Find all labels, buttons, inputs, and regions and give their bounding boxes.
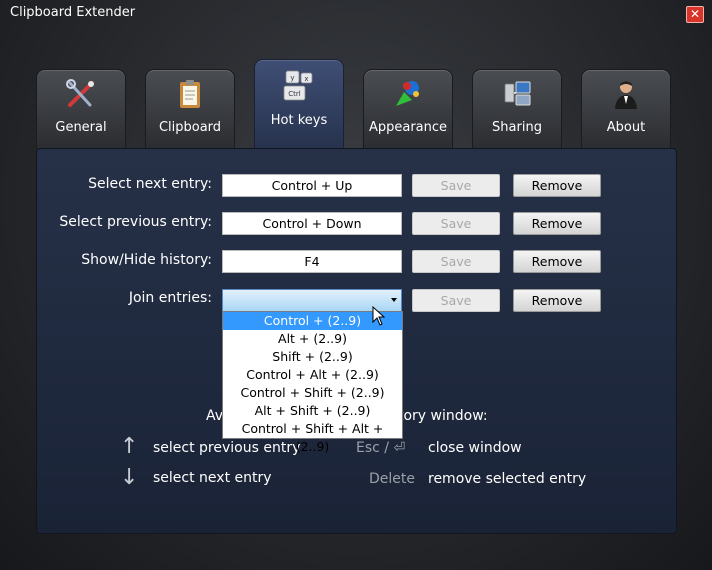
arrow-down-icon: ↓ [120, 465, 139, 490]
select-next-label: Select next entry: [88, 176, 212, 192]
select-previous-remove-button[interactable]: Remove [513, 212, 601, 235]
tab-clipboard[interactable]: Clipboard [145, 69, 235, 148]
join-entries-remove-button[interactable]: Remove [513, 289, 601, 312]
select-previous-field[interactable]: Control + Down [222, 212, 402, 235]
network-icon [504, 81, 531, 106]
tab-label: Clipboard [158, 120, 222, 135]
keyboard-icon: y x Ctrl [283, 70, 313, 101]
tab-label: About [606, 120, 646, 135]
window-title: Clipboard Extender [10, 5, 136, 20]
esc-enter-key-label: Esc / ⏎ [356, 440, 406, 456]
info-title-right: tory window: [398, 408, 488, 424]
tools-icon [66, 79, 94, 107]
option-alt[interactable]: Alt + (2..9) [223, 330, 402, 348]
select-next-desc: select next entry [153, 470, 272, 486]
select-next-remove-button[interactable]: Remove [513, 174, 601, 197]
close-button[interactable]: ✕ [686, 6, 704, 23]
tab-sharing[interactable]: Sharing [472, 69, 562, 148]
mouse-cursor-icon [372, 306, 386, 326]
tab-label: General [55, 120, 107, 135]
select-previous-desc: select previous entry [153, 440, 301, 456]
select-previous-save-button[interactable]: Save [412, 212, 500, 235]
join-entries-options-list[interactable]: Control + (2..9) Alt + (2..9) Shift + (2… [222, 311, 403, 454]
select-next-field[interactable]: Control + Up [222, 174, 402, 197]
close-window-desc: close window [428, 440, 522, 456]
tab-label: Sharing [492, 120, 542, 135]
option-control-alt[interactable]: Control + Alt + (2..9) [223, 366, 402, 384]
select-next-save-button[interactable]: Save [412, 174, 500, 197]
tab-label: Appearance [368, 120, 448, 135]
option-alt-shift[interactable]: Alt + Shift + (2..9) [223, 402, 402, 420]
option-control-shift-alt[interactable]: Control + Shift + Alt + (2..9) [223, 420, 402, 454]
show-hide-history-field[interactable]: F4 [222, 250, 402, 273]
tab-appearance[interactable]: Appearance [363, 69, 453, 148]
key-x-label: x [304, 75, 308, 83]
remove-selected-desc: remove selected entry [428, 471, 587, 487]
delete-key-label: Delete [369, 471, 415, 487]
key-y-label: y [290, 74, 294, 82]
tab-hot-keys[interactable]: y x Ctrl Hot keys [254, 59, 344, 150]
clipboard-icon [180, 80, 200, 108]
arrow-up-icon: ↑ [120, 434, 139, 459]
show-hide-history-label: Show/Hide history: [81, 252, 212, 268]
paint-icon [396, 81, 419, 106]
option-control-shift[interactable]: Control + Shift + (2..9) [223, 384, 402, 402]
select-previous-label: Select previous entry: [59, 214, 212, 230]
show-hide-history-save-button[interactable]: Save [412, 250, 500, 273]
chevron-down-icon [391, 298, 397, 302]
tab-general[interactable]: General [36, 69, 126, 148]
key-ctrl-label: Ctrl [288, 90, 301, 98]
show-hide-history-remove-button[interactable]: Remove [513, 250, 601, 273]
option-shift[interactable]: Shift + (2..9) [223, 348, 402, 366]
join-entries-save-button[interactable]: Save [412, 289, 500, 312]
join-entries-label: Join entries: [128, 290, 212, 306]
tab-about[interactable]: About [581, 69, 671, 148]
info-title-left: Av [206, 408, 224, 424]
tab-label: Hot keys [270, 113, 328, 128]
person-icon [615, 81, 637, 109]
